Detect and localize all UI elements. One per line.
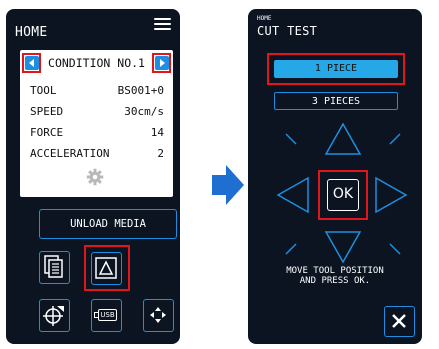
arrow-upright-icon bbox=[389, 133, 401, 145]
test-cut-button[interactable] bbox=[91, 252, 122, 285]
screen-title: HOME bbox=[15, 25, 48, 40]
menu-icon[interactable] bbox=[154, 18, 171, 30]
origin-icon bbox=[43, 306, 64, 326]
row-value: 30cm/s bbox=[124, 105, 164, 118]
usb-plug-icon bbox=[94, 312, 98, 318]
transition-arrow-icon bbox=[212, 165, 244, 205]
instruction-text: MOVE TOOL POSITION AND PRESS OK. bbox=[248, 266, 422, 286]
arrow-downleft-icon bbox=[285, 243, 297, 255]
screen-title: CUT TEST bbox=[257, 24, 318, 38]
condition-row-acceleration: ACCELERATION 2 bbox=[30, 147, 164, 163]
gear-icon[interactable] bbox=[86, 168, 104, 186]
one-piece-button[interactable]: 1 PIECE bbox=[274, 60, 398, 78]
copy-icon bbox=[44, 255, 63, 278]
unload-media-button[interactable]: UNLOAD MEDIA bbox=[39, 209, 177, 239]
usb-label: USB bbox=[98, 309, 117, 321]
instruction-line-2: AND PRESS OK. bbox=[299, 276, 371, 286]
row-key: SPEED bbox=[30, 105, 64, 118]
arrow-right-icon bbox=[375, 176, 408, 214]
next-condition-button[interactable] bbox=[155, 56, 169, 70]
condition-title: CONDITION NO.1 bbox=[48, 56, 145, 70]
row-key: FORCE bbox=[30, 126, 64, 139]
row-value: 2 bbox=[157, 147, 164, 160]
row-key: ACCELERATION bbox=[30, 147, 110, 160]
arrow-downright-icon bbox=[389, 243, 401, 255]
row-value: BS001+0 bbox=[117, 84, 164, 97]
condition-panel: CONDITION NO.1 TOOL BS001+0 SPEED 30cm/s… bbox=[20, 50, 173, 197]
home-screen: HOME CONDITION NO.1 TOOL BS001+0 SPEED 3… bbox=[6, 9, 180, 344]
condition-row-force: FORCE 14 bbox=[30, 126, 164, 142]
triangle-icon bbox=[95, 257, 117, 279]
instruction-line-1: MOVE TOOL POSITION bbox=[286, 266, 384, 276]
close-icon bbox=[392, 314, 406, 328]
breadcrumb: HOME bbox=[257, 15, 272, 22]
cut-test-screen: HOME CUT TEST 1 PIECE 3 PIECES OK MOVE T… bbox=[248, 9, 422, 344]
copy-button[interactable] bbox=[39, 251, 70, 284]
condition-row-speed: SPEED 30cm/s bbox=[30, 105, 164, 121]
move-tool-button[interactable] bbox=[143, 299, 174, 332]
usb-button[interactable]: USB bbox=[91, 299, 122, 332]
origin-button[interactable] bbox=[39, 299, 70, 332]
close-button[interactable] bbox=[384, 306, 415, 337]
condition-row-tool: TOOL BS001+0 bbox=[30, 84, 164, 100]
arrow-upleft-icon bbox=[285, 133, 297, 145]
row-key: TOOL bbox=[30, 84, 57, 97]
arrow-up-icon bbox=[324, 122, 362, 155]
arrow-down-icon bbox=[324, 231, 362, 264]
move-arrows-icon bbox=[150, 307, 166, 323]
arrow-left-icon bbox=[276, 176, 309, 214]
row-value: 14 bbox=[150, 126, 164, 139]
ok-button[interactable]: OK bbox=[327, 179, 359, 211]
arrow-right-icon bbox=[160, 59, 165, 67]
three-pieces-button[interactable]: 3 PIECES bbox=[274, 92, 398, 110]
